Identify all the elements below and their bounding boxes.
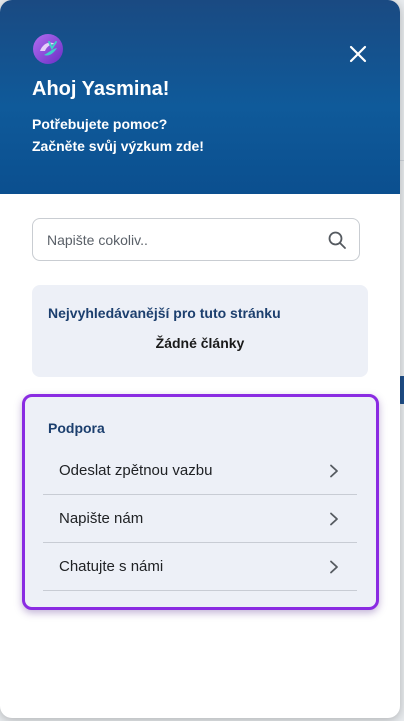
support-title: Podpora xyxy=(48,420,105,436)
help-widget: Ahoj Yasmina! Potřebujete pomoc? Začněte… xyxy=(0,0,400,718)
no-articles-text: Žádné články xyxy=(155,335,245,351)
support-item-label: Chatujte s námi xyxy=(59,558,164,575)
support-panel: Podpora Odeslat zpětnou vazbu Napište ná… xyxy=(22,394,379,610)
search-box xyxy=(32,218,360,261)
support-item-label: Odeslat zpětnou vazbu xyxy=(59,462,213,479)
widget-header: Ahoj Yasmina! Potřebujete pomoc? Začněte… xyxy=(0,0,400,194)
top-searched-title: Nejvyhledávanější pro tuto stránku xyxy=(48,305,281,321)
close-icon[interactable] xyxy=(348,44,368,64)
brand-logo-icon xyxy=(33,34,63,64)
write-us-item[interactable]: Napište nám xyxy=(43,495,357,543)
chevron-right-icon xyxy=(330,560,338,573)
search-icon[interactable] xyxy=(327,230,347,250)
research-prompt: Začněte svůj výzkum zde! xyxy=(32,138,204,154)
send-feedback-item[interactable]: Odeslat zpětnou vazbu xyxy=(43,447,357,495)
chevron-right-icon xyxy=(330,464,338,477)
support-list: Odeslat zpětnou vazbu Napište nám Chatuj… xyxy=(43,447,357,591)
help-prompt: Potřebujete pomoc? xyxy=(32,116,168,132)
support-item-label: Napište nám xyxy=(59,510,144,527)
greeting-title: Ahoj Yasmina! xyxy=(32,78,170,100)
chat-with-us-item[interactable]: Chatujte s námi xyxy=(43,543,357,591)
search-input[interactable] xyxy=(47,231,327,248)
top-searched-panel: Nejvyhledávanější pro tuto stránku Žádné… xyxy=(32,285,368,377)
chevron-right-icon xyxy=(330,512,338,525)
